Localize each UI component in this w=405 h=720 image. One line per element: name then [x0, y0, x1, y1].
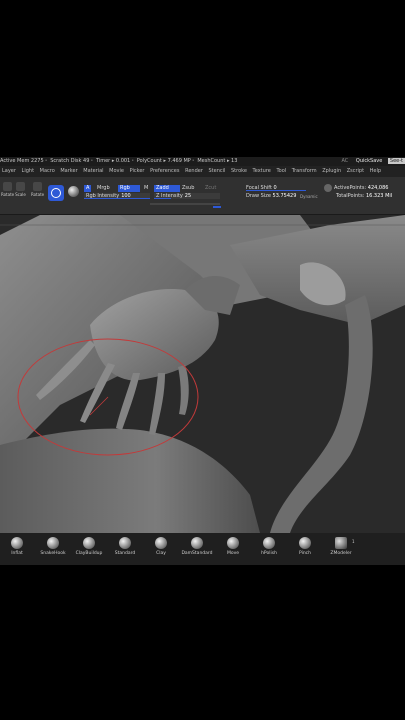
rgb-intensity-slider[interactable]: Rgb Intensity 100	[84, 193, 150, 199]
brush-ball-icon	[155, 537, 167, 549]
active-points-value: 424,086	[367, 185, 389, 191]
brush-move-label: Move	[226, 551, 240, 556]
menu-transform[interactable]: Transform	[292, 168, 317, 174]
total-points-readout: TotalPoints: 16.323 Mil	[336, 193, 392, 199]
brush-standard-label: Standard	[114, 551, 136, 556]
brush-damstandard-label: DamStandard	[181, 551, 213, 556]
rotate-tool-label: Rotate	[1, 192, 15, 197]
brush-hpolish-label: hPolish	[261, 551, 277, 556]
focal-shift-track	[246, 190, 306, 191]
z-intensity-track	[150, 203, 220, 205]
brush-snakehook[interactable]: SnakeHook	[36, 537, 70, 556]
zcut-toggle[interactable]: Zcut	[203, 185, 218, 192]
brush-ball-icon	[11, 537, 23, 549]
menu-material[interactable]: Material	[83, 168, 103, 174]
brush-ball-icon	[119, 537, 131, 549]
rotate-icon	[3, 182, 12, 191]
menu-texture[interactable]: Texture	[253, 168, 271, 174]
rgb-toggle[interactable]: Rgb	[118, 185, 140, 192]
zadd-toggle[interactable]: Zadd	[154, 185, 180, 192]
quicksave-button[interactable]: QuickSave	[356, 158, 382, 164]
brush-zmodeler-label: ZModeler	[330, 551, 352, 556]
points-icon	[324, 184, 332, 192]
menu-preferences[interactable]: Preferences	[150, 168, 179, 174]
brush-move[interactable]: Move	[216, 537, 250, 556]
dynamic-toggle[interactable]: Dynamic	[300, 194, 318, 199]
cube-icon	[335, 537, 347, 549]
brush-standard[interactable]: Standard	[108, 537, 142, 556]
brush-ball-icon	[47, 537, 59, 549]
zsub-toggle[interactable]: Zsub	[180, 185, 196, 192]
material-sphere-button[interactable]	[68, 186, 79, 197]
brush-claybuildup[interactable]: ClayBuildup	[72, 537, 106, 556]
brush-palette: Inflat SnakeHook ClayBuildup Standard Cl…	[0, 533, 405, 565]
z-intensity-slider[interactable]: Z Intensity 25	[154, 193, 220, 199]
a-toggle[interactable]: A	[84, 185, 92, 192]
total-points-value: 16.323 Mil	[365, 193, 393, 199]
zbrush-window: Active Mem 2275• Scratch Disk 49• Timer …	[0, 157, 405, 565]
top-shelf: Rotate Scale Rotate A Mrgb Rgb M Zadd Zs…	[0, 177, 405, 215]
status-bar: Active Mem 2275• Scratch Disk 49• Timer …	[0, 157, 405, 166]
rotate-tool-label-2: Rotate	[31, 192, 45, 197]
mrgb-toggle[interactable]: Mrgb	[95, 185, 112, 192]
menu-light[interactable]: Light	[22, 168, 34, 174]
menu-zscript[interactable]: Zscript	[347, 168, 364, 174]
menu-layer[interactable]: Layer	[2, 168, 16, 174]
draw-size-slider[interactable]: Draw Size 53.75429	[246, 193, 296, 199]
palette-count: 1	[352, 539, 355, 544]
brush-ball-icon	[263, 537, 275, 549]
menu-macro[interactable]: Macro	[40, 168, 55, 174]
stat-scratch-disk: Scratch Disk 49	[50, 158, 90, 164]
stat-timer: Timer ▸ 0.001	[95, 158, 131, 164]
active-points-readout: ActivePoints: 424,086	[334, 185, 388, 191]
menu-picker[interactable]: Picker	[130, 168, 145, 174]
menu-marker[interactable]: Marker	[60, 168, 77, 174]
rotate-icon	[33, 182, 42, 191]
brush-hpolish[interactable]: hPolish	[252, 537, 286, 556]
menu-bar: Layer Light Macro Marker Material Movie …	[0, 166, 405, 177]
brush-ball-icon	[227, 537, 239, 549]
brush-ball-icon	[299, 537, 311, 549]
brush-inflat-label: Inflat	[11, 551, 23, 556]
stat-active-mem: Active Mem 2275	[0, 158, 44, 164]
m-toggle[interactable]: M	[142, 185, 150, 192]
brush-pinch-label: Pinch	[298, 551, 312, 556]
brush-damstandard[interactable]: DamStandard	[180, 537, 214, 556]
brush-claybuildup-label: ClayBuildup	[75, 551, 103, 556]
brush-ball-icon	[191, 537, 203, 549]
see-through-slider[interactable]: See-t	[387, 158, 405, 164]
active-points-label: ActivePoints:	[334, 185, 367, 191]
brush-inflat[interactable]: Inflat	[0, 537, 34, 556]
rotate-tool-button[interactable]: Rotate	[1, 182, 14, 197]
brush-clay-label: Clay	[156, 551, 166, 556]
brush-clay[interactable]: Clay	[144, 537, 178, 556]
draw-size-indicator	[213, 206, 221, 208]
z-intensity-value: 25	[184, 193, 192, 199]
scale-tool-label: Scale	[15, 192, 26, 197]
scale-icon	[16, 182, 25, 191]
sculpt-render	[0, 215, 405, 533]
draw-size-label: Draw Size	[246, 193, 271, 199]
menu-zplugin[interactable]: Zplugin	[322, 168, 341, 174]
menu-tool[interactable]: Tool	[276, 168, 286, 174]
draw-size-value: 53.75429	[272, 193, 297, 199]
stat-meshcount: MeshCount ▸ 13	[197, 158, 238, 164]
menu-stencil[interactable]: Stencil	[208, 168, 225, 174]
menu-render[interactable]: Render	[185, 168, 203, 174]
scale-tool-button[interactable]: Scale	[14, 182, 27, 197]
brush-snakehook-label: SnakeHook	[40, 551, 66, 556]
brush-ball-icon	[83, 537, 95, 549]
viewport-canvas[interactable]	[0, 215, 405, 533]
menu-help[interactable]: Help	[370, 168, 381, 174]
brush-pinch[interactable]: Pinch	[288, 537, 322, 556]
rotate-tool-button-2[interactable]: Rotate	[31, 182, 44, 197]
stat-polycount: PolyCount ▸ 7.469 MP	[136, 158, 191, 164]
ac-button[interactable]: AC	[341, 158, 348, 164]
menu-stroke[interactable]: Stroke	[231, 168, 247, 174]
menu-movie[interactable]: Movie	[109, 168, 124, 174]
brush-icon	[51, 188, 61, 198]
current-brush-button[interactable]	[48, 185, 64, 201]
total-points-label: TotalPoints:	[336, 193, 365, 199]
